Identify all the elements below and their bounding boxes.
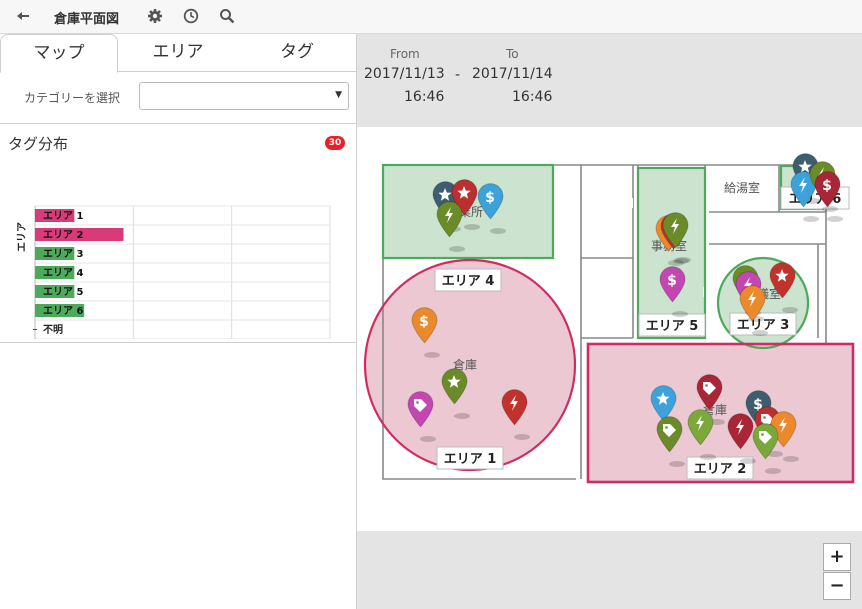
tab-tag[interactable]: タグ: [238, 34, 356, 72]
chart-category-label: エリア 5: [43, 286, 83, 298]
tab-area[interactable]: エリア: [119, 34, 237, 72]
page-title: 倉庫平面図: [54, 12, 120, 27]
area-5-region[interactable]: [638, 168, 705, 338]
tab-bar: マップ エリア タグ: [0, 34, 356, 73]
svg-text:$: $: [667, 273, 677, 289]
area-label-5[interactable]: エリア 5: [638, 313, 706, 337]
chevron-down-icon: ▼: [335, 90, 342, 100]
tag-count-badge: 30: [325, 136, 345, 150]
tag-distribution-chart: エリア 1エリア 2エリア 3エリア 4エリア 5エリア 6不明 0102030…: [16, 205, 331, 339]
left-panel: マップ エリア タグ カテゴリーを選択 ▼ タグ分布 30 エリア 1 エリア 2…: [0, 34, 357, 609]
chart-category-label: エリア 6: [43, 305, 83, 317]
zoom-in-button[interactable]: +: [823, 543, 851, 571]
chart-category-label: エリア 2: [43, 229, 83, 241]
area-label-1[interactable]: エリア 1: [436, 446, 504, 470]
divider: [0, 123, 356, 124]
floor-plan: 給湯室 作業所 事務室 会議室 倉庫 倉庫 エリア 4 エリア 5 エリア 3: [363, 153, 855, 484]
from-time[interactable]: 16:46: [404, 89, 444, 105]
from-label: From: [390, 47, 420, 61]
date-range: From To 2017/11/13 - 2017/11/14 16:46 16…: [357, 34, 862, 127]
from-date[interactable]: 2017/11/13: [364, 66, 445, 82]
date-separator: -: [455, 67, 461, 83]
search-icon[interactable]: [218, 8, 236, 26]
to-date[interactable]: 2017/11/14: [472, 66, 553, 82]
category-label: カテゴリーを選択: [24, 91, 121, 105]
toolbar: 倉庫平面図: [0, 0, 862, 34]
svg-text:$: $: [485, 190, 495, 206]
floor-map[interactable]: 給湯室 作業所 事務室 会議室 倉庫 倉庫 エリア 4 エリア 5 エリア 3: [357, 127, 862, 531]
tag-distribution-title: タグ分布: [8, 135, 69, 153]
gear-icon[interactable]: [146, 8, 164, 26]
chart-category-label: 不明: [43, 324, 63, 336]
category-select[interactable]: ▼: [139, 82, 349, 110]
map-panel: From To 2017/11/13 - 2017/11/14 16:46 16…: [357, 34, 862, 609]
to-time[interactable]: 16:46: [512, 89, 552, 105]
chart-category-label: エリア 4: [43, 267, 83, 279]
area-label-4[interactable]: エリア 4: [434, 268, 502, 292]
to-label: To: [506, 47, 519, 61]
svg-text:$: $: [419, 314, 429, 330]
app-window: 倉庫平面図 マップ エリア タグ カテゴリーを選択 ▼ タグ分布 30 エリア …: [0, 0, 862, 609]
clock-icon[interactable]: [182, 8, 200, 26]
divider: [0, 342, 356, 343]
chart-ylabel: エリア: [16, 222, 28, 252]
room-label-kitchen: 給湯室: [724, 180, 760, 195]
chart-category-label: エリア 3: [43, 248, 83, 260]
tab-map[interactable]: マップ: [0, 34, 118, 73]
map-footer: [357, 531, 862, 609]
zoom-out-button[interactable]: −: [823, 572, 851, 600]
back-arrow-icon[interactable]: [14, 8, 32, 26]
svg-text:エリア 4: エリア 4: [442, 274, 495, 289]
svg-text:$: $: [822, 178, 832, 194]
svg-text:エリア 1: エリア 1: [444, 452, 497, 467]
svg-text:エリア 5: エリア 5: [646, 319, 699, 334]
svg-text:エリア 2: エリア 2: [694, 462, 747, 477]
chart-category-label: エリア 1: [43, 210, 83, 222]
